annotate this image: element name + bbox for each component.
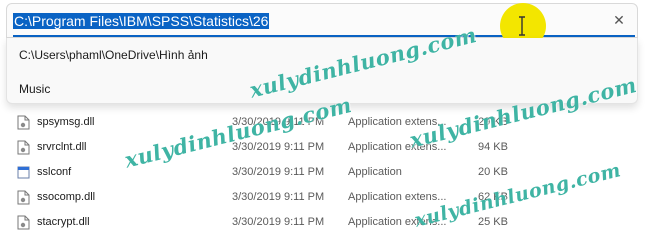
file-name: spsymsg.dll xyxy=(37,116,95,128)
file-date: 3/30/2019 9:11 PM xyxy=(232,216,325,228)
file-type: Application xyxy=(348,166,402,178)
dll-file-icon xyxy=(17,190,30,205)
file-size: 25 KB xyxy=(478,216,508,228)
address-input-selected-text: C:\Program Files\IBM\SPSS\Statistics\26 xyxy=(13,13,270,29)
file-row[interactable]: srvrclnt.dll 3/30/2019 9:11 PM Applicati… xyxy=(0,137,650,159)
dll-file-icon xyxy=(17,215,30,230)
file-type: Application extens... xyxy=(348,191,447,203)
file-size: 94 KB xyxy=(478,141,508,153)
suggestion-item[interactable]: C:\Users\phaml\OneDrive\Hình ảnh xyxy=(19,48,208,62)
file-name: srvrclnt.dll xyxy=(37,141,87,153)
file-name: stacrypt.dll xyxy=(37,216,90,228)
file-name: ssocomp.dll xyxy=(37,191,96,203)
file-row[interactable]: stacrypt.dll 3/30/2019 9:11 PM Applicati… xyxy=(0,212,650,234)
file-date: 3/30/2019 9:11 PM xyxy=(232,166,325,178)
file-date: 3/30/2019 9:11 PM xyxy=(232,191,325,203)
exe-file-icon xyxy=(17,166,30,179)
text-cursor-icon xyxy=(519,16,525,36)
close-icon[interactable]: ✕ xyxy=(611,12,627,28)
file-name: sslconf xyxy=(37,166,72,178)
file-size: 20 KB xyxy=(478,166,508,178)
suggestion-item[interactable]: Music xyxy=(19,82,50,96)
dll-file-icon xyxy=(17,140,30,155)
dll-file-icon xyxy=(17,115,30,130)
